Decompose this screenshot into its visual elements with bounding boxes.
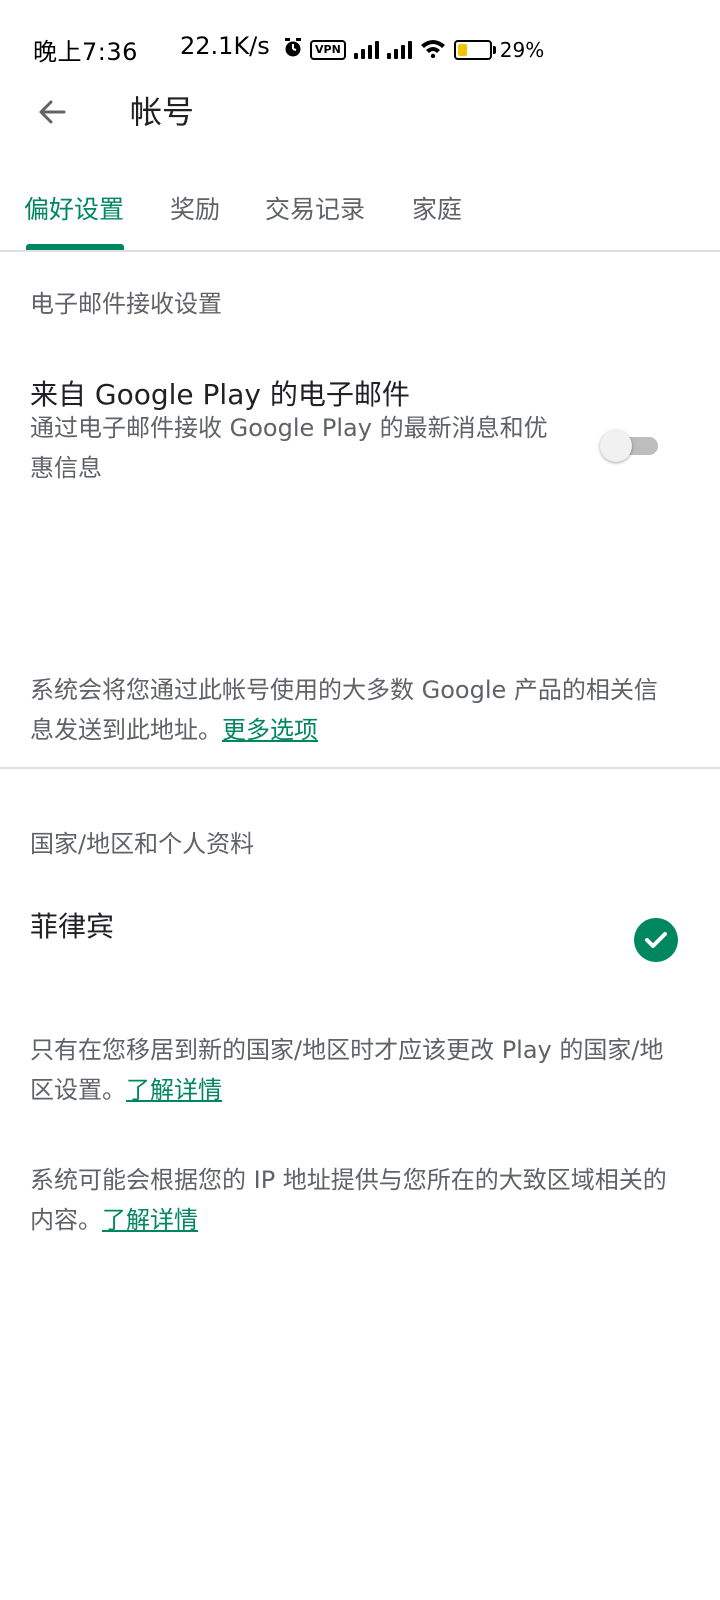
status-icons: VPN 29% [284,36,544,64]
back-button[interactable] [30,90,74,134]
battery-percent: 29% [499,38,545,62]
country-change-note: 只有在您移居到新的国家/地区时才应该更改 Play 的国家/地区设置。了解详情 [30,1030,670,1110]
status-time: 晚上7:36 [33,38,138,66]
signal-icon [386,41,412,59]
country-name[interactable]: 菲律宾 [30,905,114,945]
ip-region-note: 系统可能会根据您的 IP 地址提供与您所在的大致区域相关的内容。了解详情 [30,1160,670,1240]
learn-more-link-ip[interactable]: 了解详情 [102,1206,198,1234]
page-title: 帐号 [130,93,195,131]
alarm-icon [284,36,302,64]
country-section-header: 国家/地区和个人资料 [30,830,255,858]
learn-more-link-country[interactable]: 了解详情 [126,1076,222,1104]
toggle-thumb [600,430,632,462]
email-section-header: 电子邮件接收设置 [30,290,222,318]
section-divider [0,767,720,769]
tab-order-history[interactable]: 交易记录 [265,190,365,226]
arrow-left-icon [39,100,66,124]
network-speed: 22.1K/s [180,32,270,60]
tab-bar: 偏好设置 奖励 交易记录 家庭 [0,180,720,252]
email-info-text: 系统会将您通过此帐号使用的大多数 Google 产品的相关信息发送到此地址。更多… [30,670,670,750]
battery-icon: 29% [453,38,545,62]
tab-rewards[interactable]: 奖励 [170,190,220,226]
vpn-icon: VPN [310,40,346,60]
email-toggle[interactable] [600,428,660,464]
signal-icon [353,41,379,59]
tab-preferences[interactable]: 偏好设置 [24,190,124,226]
wifi-icon [420,36,446,64]
more-options-link[interactable]: 更多选项 [222,716,318,744]
google-play-email-title: 来自 Google Play 的电子邮件 [30,378,410,411]
email-info-body: 系统会将您通过此帐号使用的大多数 Google 产品的相关信息发送到此地址。 [30,676,658,744]
active-tab-indicator [26,244,124,250]
google-play-email-description: 通过电子邮件接收 Google Play 的最新消息和优惠信息 [30,414,548,482]
check-icon [634,918,678,962]
tab-family[interactable]: 家庭 [412,190,462,226]
status-bar: 晚上7:36 22.1K/s VPN 29% [0,28,720,68]
